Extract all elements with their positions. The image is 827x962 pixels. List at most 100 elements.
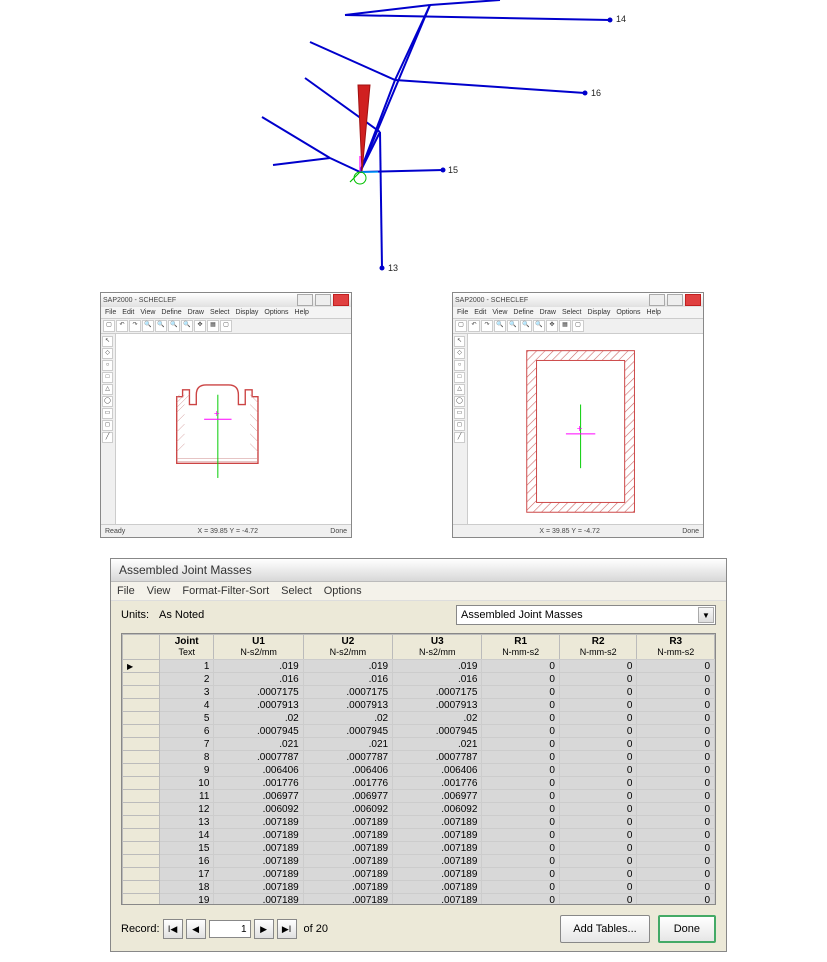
- row-header[interactable]: [123, 725, 160, 738]
- cell[interactable]: .0007787: [214, 751, 303, 764]
- nav-last-icon[interactable]: ▶I: [277, 919, 297, 939]
- tool-undo-icon[interactable]: ↶: [116, 320, 128, 332]
- cell[interactable]: 0: [559, 790, 637, 803]
- cell[interactable]: .007189: [393, 816, 482, 829]
- cell[interactable]: 1: [160, 660, 214, 673]
- menu-help-2[interactable]: Help: [647, 309, 661, 316]
- cell[interactable]: 0: [637, 881, 715, 894]
- cell[interactable]: 7: [160, 738, 214, 751]
- cell[interactable]: .0007913: [303, 699, 392, 712]
- row-header[interactable]: [123, 777, 160, 790]
- menu-draw-2[interactable]: Draw: [540, 309, 556, 316]
- row-header[interactable]: [123, 673, 160, 686]
- cell[interactable]: .016: [214, 673, 303, 686]
- cell[interactable]: .007189: [214, 842, 303, 855]
- nav-first-icon[interactable]: I◀: [163, 919, 183, 939]
- titlebar-1[interactable]: SAP2000 - SCHECLEF: [101, 293, 351, 307]
- cell[interactable]: 0: [559, 881, 637, 894]
- cell[interactable]: 0: [637, 660, 715, 673]
- row-header[interactable]: [123, 738, 160, 751]
- nav-next-icon[interactable]: ▶: [254, 919, 274, 939]
- cell[interactable]: 0: [559, 803, 637, 816]
- table-row[interactable]: 16.007189.007189.007189000: [123, 855, 715, 868]
- table-row[interactable]: 19.007189.007189.007189000: [123, 894, 715, 906]
- row-header[interactable]: [123, 881, 160, 894]
- cell[interactable]: .0007913: [393, 699, 482, 712]
- side-toolbar-2[interactable]: ↖ ◇ ○ □ △ ◯ ▭ ◻ ╱: [453, 334, 468, 524]
- cell[interactable]: .007189: [303, 855, 392, 868]
- cell[interactable]: 0: [559, 738, 637, 751]
- data-table[interactable]: JointTextU1N-s2/mmU2N-s2/mmU3N-s2/mmR1N-…: [121, 633, 716, 905]
- side-toolbar-1[interactable]: ↖ ◇ ○ □ △ ◯ ▭ ◻ ╱: [101, 334, 116, 524]
- tool-zoom3-icon[interactable]: 🔍: [168, 320, 180, 332]
- cell[interactable]: 0: [482, 673, 560, 686]
- cell[interactable]: 0: [559, 868, 637, 881]
- menu-view[interactable]: View: [140, 309, 155, 316]
- cell[interactable]: 0: [482, 686, 560, 699]
- cell[interactable]: .021: [303, 738, 392, 751]
- cell[interactable]: 0: [637, 868, 715, 881]
- row-header[interactable]: [123, 868, 160, 881]
- cell[interactable]: 0: [637, 699, 715, 712]
- dlg-menu-view[interactable]: View: [147, 585, 171, 597]
- shape6-icon[interactable]: ▭: [102, 408, 113, 419]
- menu-define-2[interactable]: Define: [513, 309, 533, 316]
- cell[interactable]: 0: [559, 829, 637, 842]
- cell[interactable]: .019: [303, 660, 392, 673]
- shape3-icon-2[interactable]: □: [454, 372, 465, 383]
- col-header[interactable]: R1N-mm-s2: [482, 635, 560, 660]
- done-button[interactable]: Done: [658, 915, 716, 943]
- tool-open-icon-2[interactable]: ▢: [455, 320, 467, 332]
- menu-view-2[interactable]: View: [492, 309, 507, 316]
- table-select-combo[interactable]: Assembled Joint Masses ▼: [456, 605, 716, 625]
- shape1-icon[interactable]: ◇: [102, 348, 113, 359]
- cell[interactable]: .0007945: [393, 725, 482, 738]
- close-btn[interactable]: [333, 294, 349, 306]
- tool-zoom3-icon-2[interactable]: 🔍: [520, 320, 532, 332]
- dlg-menu-select[interactable]: Select: [281, 585, 312, 597]
- cell[interactable]: 0: [637, 816, 715, 829]
- cell[interactable]: 0: [559, 751, 637, 764]
- cell[interactable]: .0007913: [214, 699, 303, 712]
- cell[interactable]: .007189: [214, 816, 303, 829]
- cell[interactable]: .007189: [393, 881, 482, 894]
- table-row[interactable]: 2.016.016.016000: [123, 673, 715, 686]
- cell[interactable]: .007189: [303, 842, 392, 855]
- row-header[interactable]: [123, 712, 160, 725]
- col-header[interactable]: U1N-s2/mm: [214, 635, 303, 660]
- table-row[interactable]: 11.006977.006977.006977000: [123, 790, 715, 803]
- cell[interactable]: 0: [637, 790, 715, 803]
- cell[interactable]: .007189: [303, 894, 392, 906]
- cell[interactable]: .006092: [303, 803, 392, 816]
- cell[interactable]: .001776: [303, 777, 392, 790]
- cell[interactable]: 10: [160, 777, 214, 790]
- max-btn-2[interactable]: [667, 294, 683, 306]
- row-header[interactable]: [123, 842, 160, 855]
- row-header[interactable]: [123, 816, 160, 829]
- cell[interactable]: 14: [160, 829, 214, 842]
- tool-zoom-icon[interactable]: 🔍: [142, 320, 154, 332]
- cell[interactable]: 19: [160, 894, 214, 906]
- cell[interactable]: .019: [214, 660, 303, 673]
- table-row[interactable]: 10.001776.001776.001776000: [123, 777, 715, 790]
- max-btn[interactable]: [315, 294, 331, 306]
- dialog-menubar[interactable]: File View Format-Filter-Sort Select Opti…: [111, 582, 726, 601]
- cell[interactable]: 0: [559, 712, 637, 725]
- cell[interactable]: .001776: [393, 777, 482, 790]
- table-row[interactable]: 14.007189.007189.007189000: [123, 829, 715, 842]
- cell[interactable]: .0007945: [303, 725, 392, 738]
- chevron-down-icon[interactable]: ▼: [698, 607, 714, 623]
- cell[interactable]: 0: [482, 699, 560, 712]
- col-header[interactable]: U2N-s2/mm: [303, 635, 392, 660]
- row-header[interactable]: [123, 686, 160, 699]
- cell[interactable]: .016: [393, 673, 482, 686]
- cell[interactable]: 0: [637, 738, 715, 751]
- cell[interactable]: 13: [160, 816, 214, 829]
- cell[interactable]: 0: [482, 777, 560, 790]
- table-row[interactable]: 4.0007913.0007913.0007913000: [123, 699, 715, 712]
- row-header[interactable]: [123, 894, 160, 906]
- cell[interactable]: 0: [559, 777, 637, 790]
- toolbar-1[interactable]: ▢ ↶ ↷ 🔍 🔍 🔍 🔍 ✥ ▦ ▢: [101, 319, 351, 334]
- tool-redo-icon[interactable]: ↷: [129, 320, 141, 332]
- cell[interactable]: 0: [482, 725, 560, 738]
